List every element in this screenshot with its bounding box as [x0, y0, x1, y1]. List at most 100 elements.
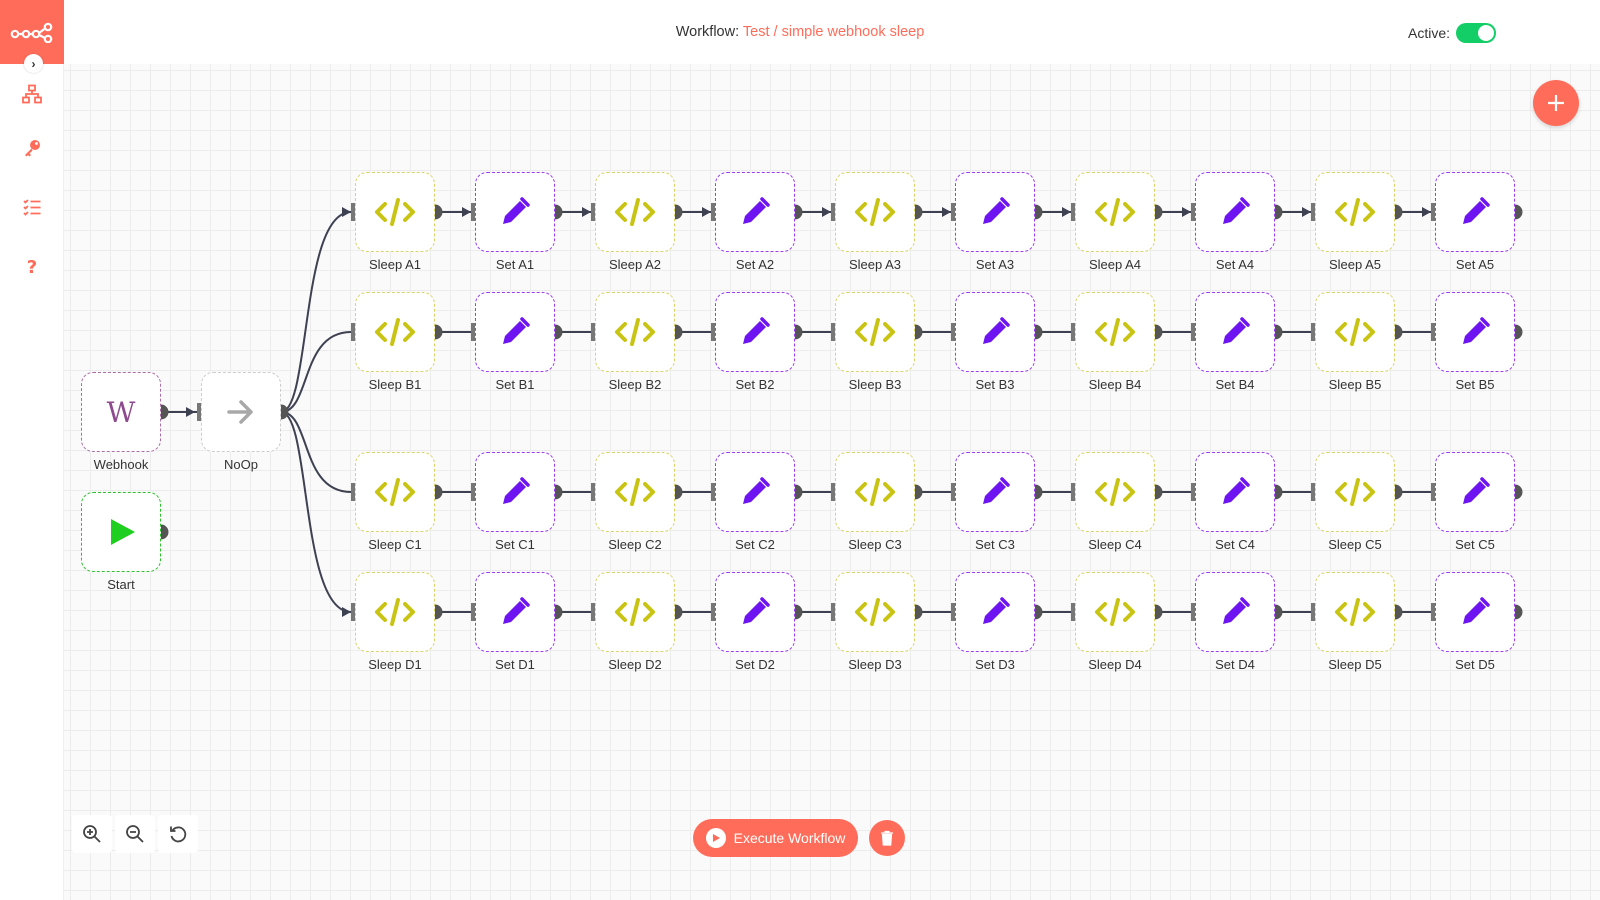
pencil-icon	[1463, 197, 1490, 224]
zoom-out-button[interactable]	[115, 815, 155, 853]
node-label: Sleep A5	[1328, 257, 1382, 272]
node-sleep[interactable]	[355, 292, 435, 372]
node-label: Sleep A4	[1088, 257, 1142, 272]
node-sleep[interactable]	[835, 572, 915, 652]
pencil-icon	[503, 317, 530, 344]
node-label: Set C5	[1455, 537, 1495, 552]
list-icon	[23, 199, 41, 216]
node-set[interactable]	[1195, 572, 1275, 652]
node-sleep[interactable]	[1075, 172, 1155, 252]
node-set[interactable]	[955, 572, 1035, 652]
workflow-project-link[interactable]: Test	[743, 24, 770, 40]
node-set[interactable]	[475, 172, 555, 252]
node-label: Set B3	[975, 377, 1015, 392]
node-set[interactable]	[955, 292, 1035, 372]
node-set[interactable]	[475, 572, 555, 652]
node-label: Sleep B3	[848, 377, 902, 392]
node-sleep[interactable]	[835, 452, 915, 532]
node-sleep[interactable]	[1315, 172, 1395, 252]
node-set[interactable]	[1195, 292, 1275, 372]
node-set[interactable]	[475, 452, 555, 532]
sidebar-item-workflows[interactable]	[18, 80, 46, 108]
code-icon	[615, 478, 655, 506]
node-set[interactable]	[715, 172, 795, 252]
node-sleep[interactable]	[1315, 572, 1395, 652]
node-label: Set D5	[1455, 657, 1495, 672]
node-sleep[interactable]	[1315, 452, 1395, 532]
add-node-button[interactable]	[1533, 80, 1579, 126]
node-sleep[interactable]	[595, 572, 675, 652]
node-set[interactable]	[715, 572, 795, 652]
node-label: Sleep C5	[1328, 537, 1382, 552]
pencil-icon	[503, 197, 530, 224]
sidebar-item-executions[interactable]	[18, 193, 46, 221]
node-sleep[interactable]	[1075, 572, 1155, 652]
code-icon	[855, 198, 895, 226]
node-set[interactable]	[715, 292, 795, 372]
code-icon	[1335, 478, 1375, 506]
node-label: Set C1	[495, 537, 535, 552]
sidebar-item-help[interactable]: ?	[18, 252, 46, 280]
node-label: Set C4	[1215, 537, 1255, 552]
node-label: Sleep B4	[1088, 377, 1142, 392]
node-label: Sleep D2	[608, 657, 662, 672]
active-toggle[interactable]	[1456, 23, 1496, 43]
pencil-icon	[743, 197, 770, 224]
node-sleep[interactable]	[595, 292, 675, 372]
node-set[interactable]	[1435, 452, 1515, 532]
workflow-name[interactable]: simple webhook sleep	[782, 24, 925, 40]
node-sleep[interactable]	[1075, 292, 1155, 372]
node-label: Set D2	[735, 657, 775, 672]
node-sleep[interactable]	[595, 172, 675, 252]
node-sleep[interactable]	[355, 572, 435, 652]
zoom-in-button[interactable]	[72, 815, 112, 853]
node-label: Set A1	[495, 257, 535, 272]
network-icon	[22, 84, 42, 104]
node-label: Sleep A3	[848, 257, 902, 272]
question-icon: ?	[27, 257, 37, 276]
node-webhook[interactable]: W	[81, 372, 161, 452]
node-set[interactable]	[715, 452, 795, 532]
node-noop[interactable]	[201, 372, 281, 452]
node-set[interactable]	[1435, 292, 1515, 372]
node-label: Sleep C3	[848, 537, 902, 552]
node-set[interactable]	[1195, 452, 1275, 532]
node-label: Set A2	[735, 257, 775, 272]
node-set[interactable]	[1435, 172, 1515, 252]
reset-zoom-button[interactable]	[158, 815, 198, 853]
node-label: Sleep B2	[608, 377, 662, 392]
execute-workflow-button[interactable]: Execute Workflow	[693, 819, 858, 857]
node-set[interactable]	[955, 172, 1035, 252]
node-start[interactable]	[81, 492, 161, 572]
sidebar-item-credentials[interactable]	[18, 134, 46, 162]
node-label: Set B5	[1455, 377, 1495, 392]
node-sleep[interactable]	[1315, 292, 1395, 372]
pencil-icon	[503, 477, 530, 504]
node-sleep[interactable]	[835, 292, 915, 372]
node-sleep[interactable]	[1075, 452, 1155, 532]
node-label: Set A3	[975, 257, 1015, 272]
node-sleep[interactable]	[355, 172, 435, 252]
pencil-icon	[1463, 477, 1490, 504]
node-set[interactable]	[1195, 172, 1275, 252]
pencil-icon	[1223, 597, 1250, 624]
svg-text:?: ?	[27, 257, 37, 276]
node-label: Set A4	[1215, 257, 1255, 272]
node-sleep[interactable]	[835, 172, 915, 252]
pencil-icon	[743, 477, 770, 504]
pencil-icon	[983, 477, 1010, 504]
key-icon	[25, 140, 40, 157]
node-set[interactable]	[1435, 572, 1515, 652]
node-label: Start	[107, 577, 135, 592]
code-icon	[615, 318, 655, 346]
n8n-logo-icon	[10, 22, 53, 43]
node-set[interactable]	[475, 292, 555, 372]
code-icon	[375, 198, 415, 226]
undo-icon	[170, 826, 187, 843]
delete-button[interactable]	[869, 820, 905, 856]
node-label: Set C3	[975, 537, 1015, 552]
node-sleep[interactable]	[595, 452, 675, 532]
node-set[interactable]	[955, 452, 1035, 532]
node-sleep[interactable]	[355, 452, 435, 532]
expand-sidebar-button[interactable]: ›	[24, 54, 43, 73]
